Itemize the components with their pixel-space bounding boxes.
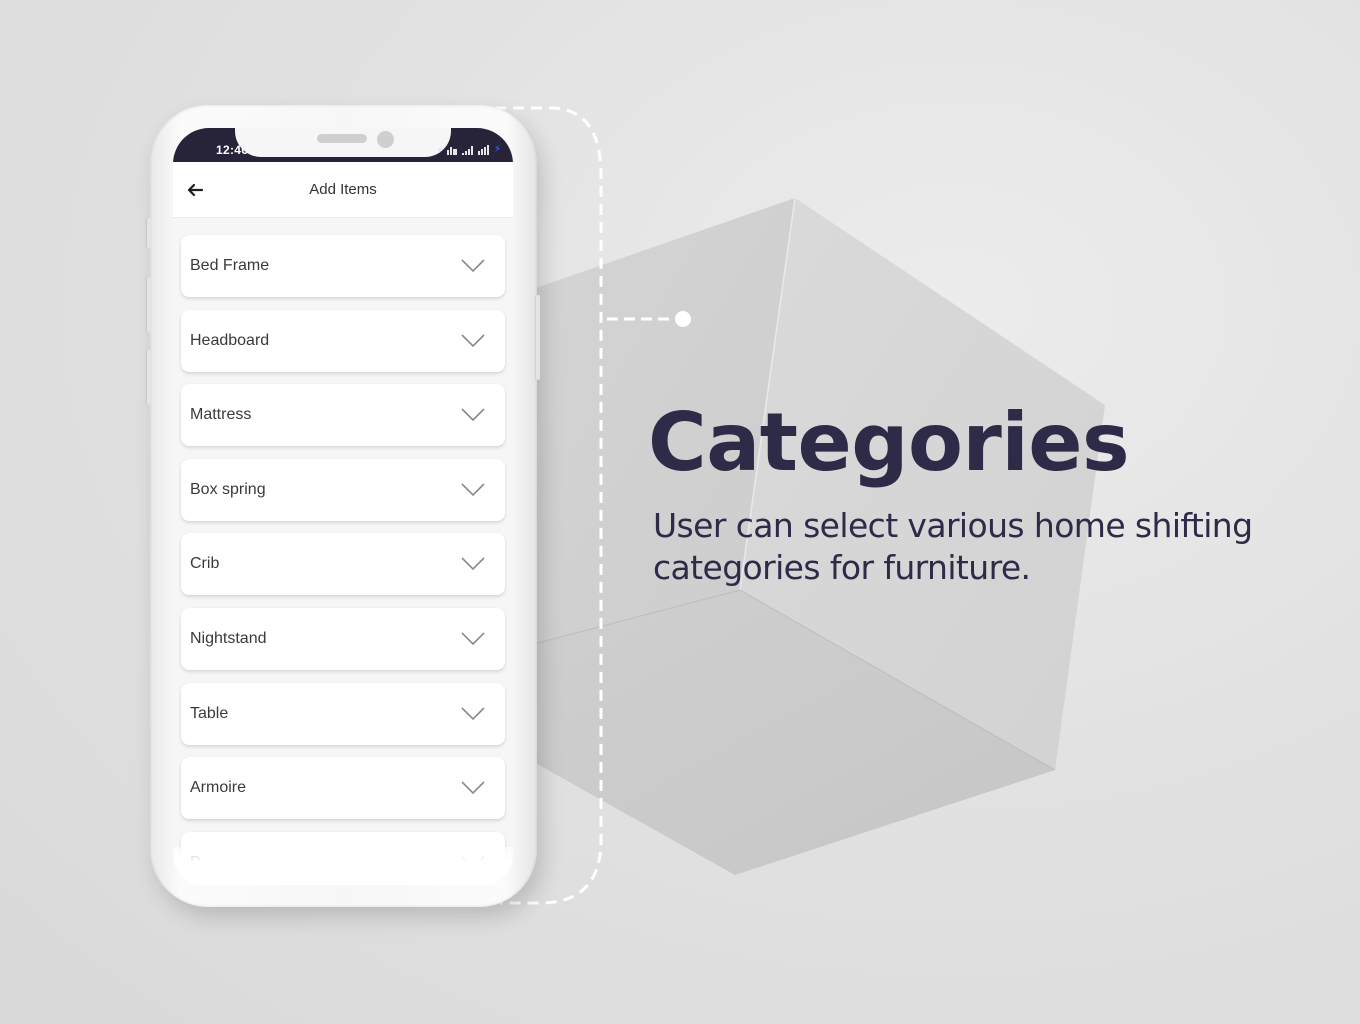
chevron-down-icon (461, 408, 485, 422)
chevron-down-icon (461, 557, 485, 571)
category-label: Bed Frame (190, 257, 270, 274)
chevron-down-icon (461, 334, 485, 348)
charging-icon: ⚡ (493, 144, 501, 155)
category-item-mattress[interactable]: Mattress (181, 384, 505, 446)
category-item-armoire[interactable]: Armoire (181, 757, 505, 819)
category-item-headboard[interactable]: Headboard (181, 310, 505, 372)
category-label: Mattress (190, 406, 252, 423)
speaker-grille (317, 134, 367, 143)
phone-volume-up (147, 277, 151, 332)
phone-silent-switch (147, 218, 151, 248)
category-label: Armoire (190, 779, 247, 796)
category-label: Crib (190, 555, 220, 572)
phone-power-button (536, 295, 540, 380)
category-label: Table (190, 705, 229, 722)
category-item-bed-frame[interactable]: Bed Frame (181, 235, 505, 297)
category-label: Box spring (190, 481, 266, 498)
signal-4g-icon (477, 145, 489, 155)
chevron-down-icon (461, 259, 485, 273)
list-bottom-fade (173, 847, 513, 885)
page-title: Add Items (309, 181, 377, 198)
category-label: Headboard (190, 332, 270, 349)
wifi-icon: ▾ (437, 145, 442, 155)
feature-title: Categories (648, 396, 1130, 489)
app-header: Add Items (173, 162, 513, 218)
feature-description: User can select various home shifting ca… (653, 506, 1253, 587)
category-item-table[interactable]: Table (181, 683, 505, 745)
phone-screen: 12:46 ▾ ⚡ Add Items Bed Frame Headboard … (173, 128, 513, 885)
category-item-nightstand[interactable]: Nightstand (181, 608, 505, 670)
signal-icon (461, 146, 473, 155)
phone-volume-down (147, 350, 151, 405)
chevron-down-icon (461, 632, 485, 646)
front-camera (377, 131, 394, 148)
phone-mockup: 12:46 ▾ ⚡ Add Items Bed Frame Headboard … (147, 105, 540, 907)
category-item-box-spring[interactable]: Box spring (181, 459, 505, 521)
chevron-down-icon (461, 781, 485, 795)
phone-notch (235, 128, 451, 157)
chevron-down-icon (461, 707, 485, 721)
category-label: Nightstand (190, 630, 267, 647)
category-item-crib[interactable]: Crib (181, 533, 505, 595)
status-icons: ▾ ⚡ (437, 145, 501, 155)
connector-dot (675, 311, 691, 327)
chevron-down-icon (461, 483, 485, 497)
status-bar: 12:46 ▾ ⚡ (173, 128, 513, 162)
data-icon (446, 147, 457, 155)
